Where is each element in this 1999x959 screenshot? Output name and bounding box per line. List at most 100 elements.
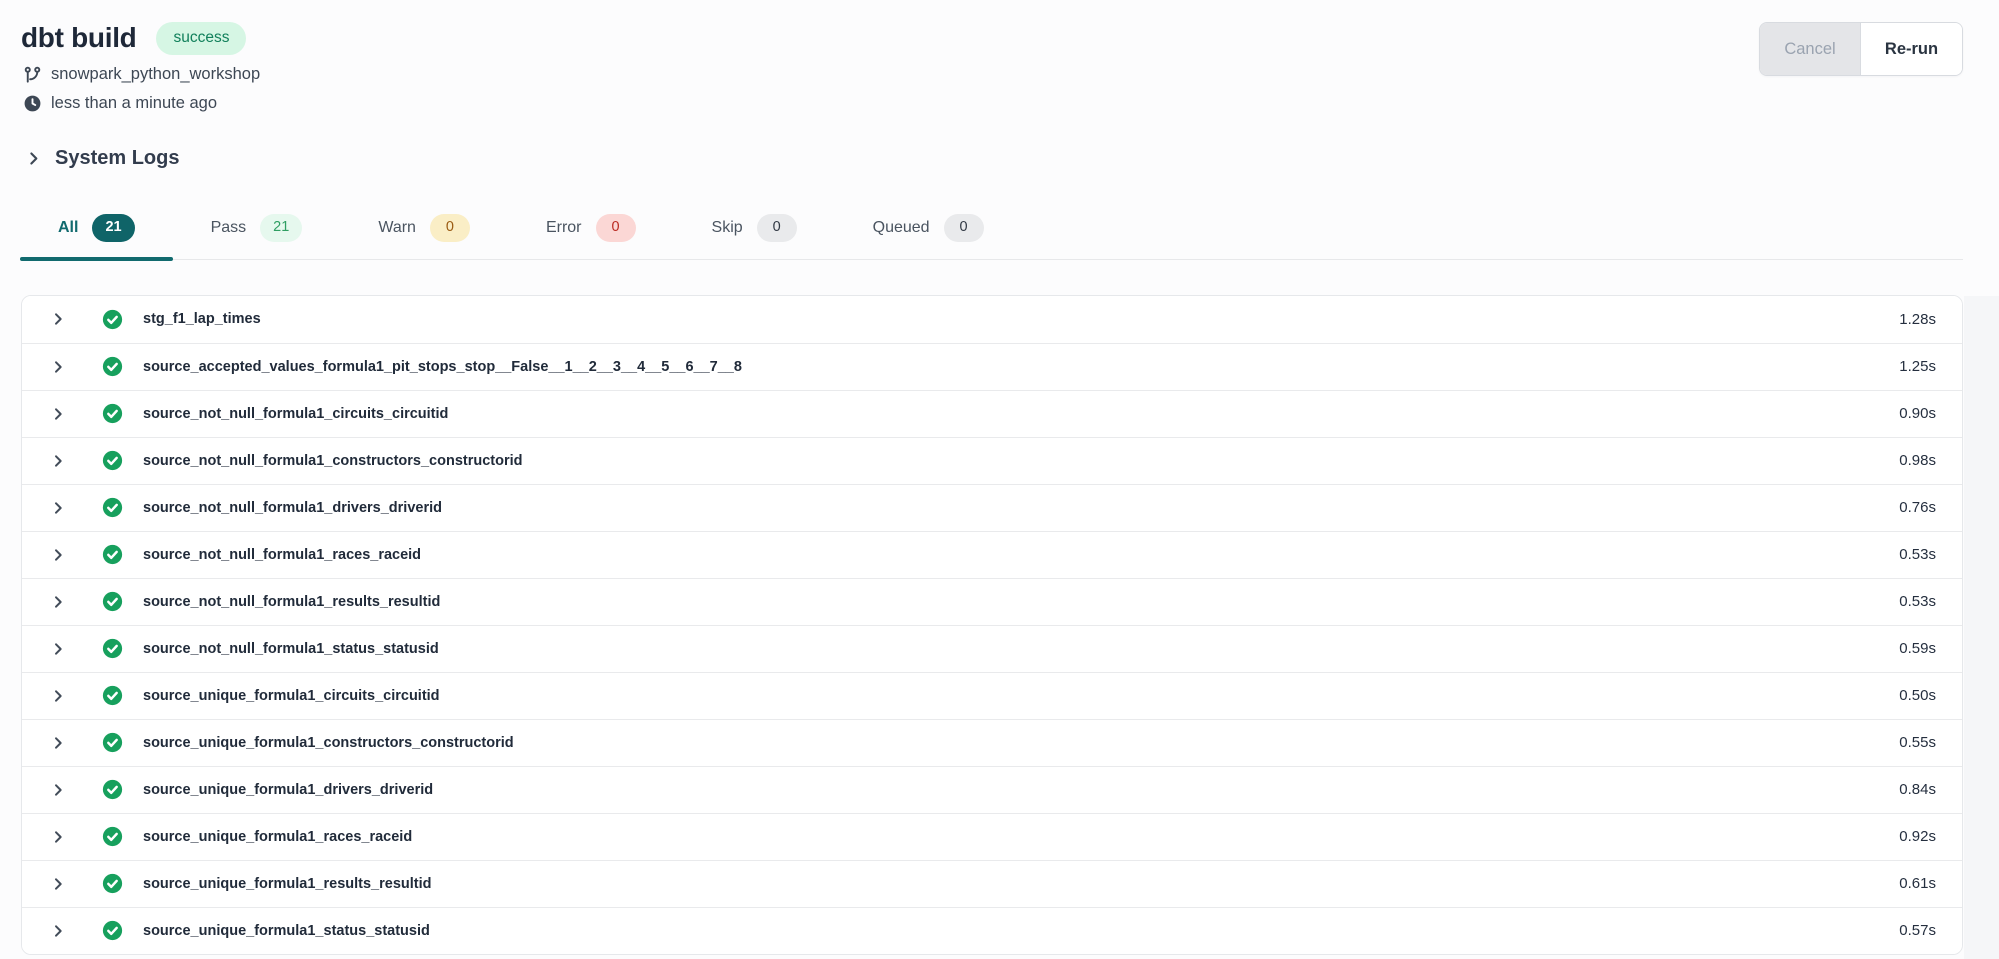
system-logs-toggle[interactable]: System Logs: [25, 147, 179, 170]
results-list: stg_f1_lap_times 1.28s source_accepted_v…: [21, 295, 1963, 955]
tab-count-badge: 21: [260, 214, 302, 242]
run-actions: Cancel Re-run: [1759, 22, 1963, 76]
result-name: source_not_null_formula1_results_resulti…: [143, 594, 1899, 610]
table-row[interactable]: source_unique_formula1_results_resultid …: [22, 860, 1962, 907]
result-duration: 0.50s: [1899, 687, 1936, 704]
table-row[interactable]: source_unique_formula1_drivers_driverid …: [22, 766, 1962, 813]
check-circle-icon: [102, 779, 123, 800]
chevron-right-icon: [50, 406, 66, 422]
result-duration: 0.90s: [1899, 405, 1936, 422]
result-duration: 0.59s: [1899, 640, 1936, 657]
tab-skip[interactable]: Skip 0: [674, 208, 835, 259]
chevron-right-icon: [50, 311, 66, 327]
chevron-right-icon: [25, 150, 42, 167]
check-circle-icon: [102, 450, 123, 471]
check-circle-icon: [102, 356, 123, 377]
chevron-right-icon: [50, 500, 66, 516]
table-row[interactable]: source_not_null_formula1_results_resulti…: [22, 578, 1962, 625]
rerun-button[interactable]: Re-run: [1861, 23, 1962, 75]
tab-all[interactable]: All 21: [20, 208, 173, 259]
table-row[interactable]: source_not_null_formula1_circuits_circui…: [22, 390, 1962, 437]
chevron-right-icon: [50, 453, 66, 469]
check-circle-icon: [102, 544, 123, 565]
tab-label: Error: [546, 219, 582, 237]
tab-count-badge: 0: [757, 214, 797, 242]
table-row[interactable]: source_not_null_formula1_drivers_driveri…: [22, 484, 1962, 531]
clock-icon: [23, 94, 42, 113]
result-name: source_accepted_values_formula1_pit_stop…: [143, 359, 1899, 375]
result-name: source_not_null_formula1_drivers_driveri…: [143, 500, 1899, 516]
result-name: source_not_null_formula1_races_raceid: [143, 547, 1899, 563]
table-row[interactable]: source_accepted_values_formula1_pit_stop…: [22, 343, 1962, 390]
chevron-right-icon: [50, 359, 66, 375]
table-row[interactable]: source_not_null_formula1_constructors_co…: [22, 437, 1962, 484]
tab-queued[interactable]: Queued 0: [835, 208, 1022, 259]
tab-count-badge: 21: [92, 214, 134, 242]
tab-label: Queued: [873, 219, 930, 237]
result-duration: 0.57s: [1899, 922, 1936, 939]
chevron-right-icon: [50, 782, 66, 798]
result-duration: 1.28s: [1899, 311, 1936, 328]
branch-name: snowpark_python_workshop: [51, 65, 260, 84]
chevron-right-icon: [50, 688, 66, 704]
check-circle-icon: [102, 309, 123, 330]
check-circle-icon: [102, 826, 123, 847]
result-duration: 1.25s: [1899, 358, 1936, 375]
chevron-right-icon: [50, 641, 66, 657]
result-duration: 0.61s: [1899, 875, 1936, 892]
tab-count-badge: 0: [944, 214, 984, 242]
page-title: dbt build: [21, 22, 136, 54]
chevron-right-icon: [50, 735, 66, 751]
table-row[interactable]: source_unique_formula1_status_statusid 0…: [22, 907, 1962, 954]
result-name: source_unique_formula1_circuits_circuiti…: [143, 688, 1899, 704]
time-row: less than a minute ago: [23, 94, 260, 113]
result-name: source_not_null_formula1_constructors_co…: [143, 453, 1899, 469]
table-row[interactable]: source_unique_formula1_constructors_cons…: [22, 719, 1962, 766]
chevron-right-icon: [50, 594, 66, 610]
table-row[interactable]: source_unique_formula1_circuits_circuiti…: [22, 672, 1962, 719]
result-name: source_not_null_formula1_circuits_circui…: [143, 406, 1899, 422]
tab-label: All: [58, 219, 78, 237]
check-circle-icon: [102, 591, 123, 612]
table-row[interactable]: source_not_null_formula1_races_raceid 0.…: [22, 531, 1962, 578]
result-name: source_unique_formula1_results_resultid: [143, 876, 1899, 892]
scrollbar-track[interactable]: [1964, 296, 1999, 959]
result-duration: 0.92s: [1899, 828, 1936, 845]
last-run-time: less than a minute ago: [51, 94, 217, 113]
branch-row: snowpark_python_workshop: [23, 65, 260, 84]
run-header: dbt build success snowpark_python_worksh…: [0, 0, 1999, 113]
tab-warn[interactable]: Warn 0: [340, 208, 508, 259]
check-circle-icon: [102, 638, 123, 659]
result-name: source_unique_formula1_constructors_cons…: [143, 735, 1899, 751]
system-logs-label: System Logs: [55, 147, 179, 170]
git-branch-icon: [23, 65, 42, 84]
status-badge: success: [156, 22, 246, 55]
tab-count-badge: 0: [596, 214, 636, 242]
run-detail-page: dbt build success snowpark_python_worksh…: [0, 0, 1999, 959]
table-row[interactable]: source_not_null_formula1_status_statusid…: [22, 625, 1962, 672]
result-name: stg_f1_lap_times: [143, 311, 1899, 327]
check-circle-icon: [102, 920, 123, 941]
tab-label: Skip: [712, 219, 743, 237]
tab-pass[interactable]: Pass 21: [173, 208, 341, 259]
check-circle-icon: [102, 732, 123, 753]
result-name: source_unique_formula1_status_statusid: [143, 923, 1899, 939]
check-circle-icon: [102, 497, 123, 518]
result-filter-tabs: All 21 Pass 21 Warn 0 Error 0 Skip 0 Que…: [20, 208, 1963, 260]
result-duration: 0.76s: [1899, 499, 1936, 516]
result-duration: 0.53s: [1899, 593, 1936, 610]
table-row[interactable]: stg_f1_lap_times 1.28s: [22, 296, 1962, 343]
table-row[interactable]: source_unique_formula1_races_raceid 0.92…: [22, 813, 1962, 860]
result-name: source_unique_formula1_races_raceid: [143, 829, 1899, 845]
check-circle-icon: [102, 873, 123, 894]
chevron-right-icon: [50, 547, 66, 563]
result-name: source_unique_formula1_drivers_driverid: [143, 782, 1899, 798]
cancel-button[interactable]: Cancel: [1760, 23, 1861, 75]
run-header-info: dbt build success snowpark_python_worksh…: [21, 22, 260, 113]
chevron-right-icon: [50, 876, 66, 892]
result-duration: 0.53s: [1899, 546, 1936, 563]
chevron-right-icon: [50, 829, 66, 845]
result-duration: 0.55s: [1899, 734, 1936, 751]
check-circle-icon: [102, 403, 123, 424]
tab-error[interactable]: Error 0: [508, 208, 674, 259]
